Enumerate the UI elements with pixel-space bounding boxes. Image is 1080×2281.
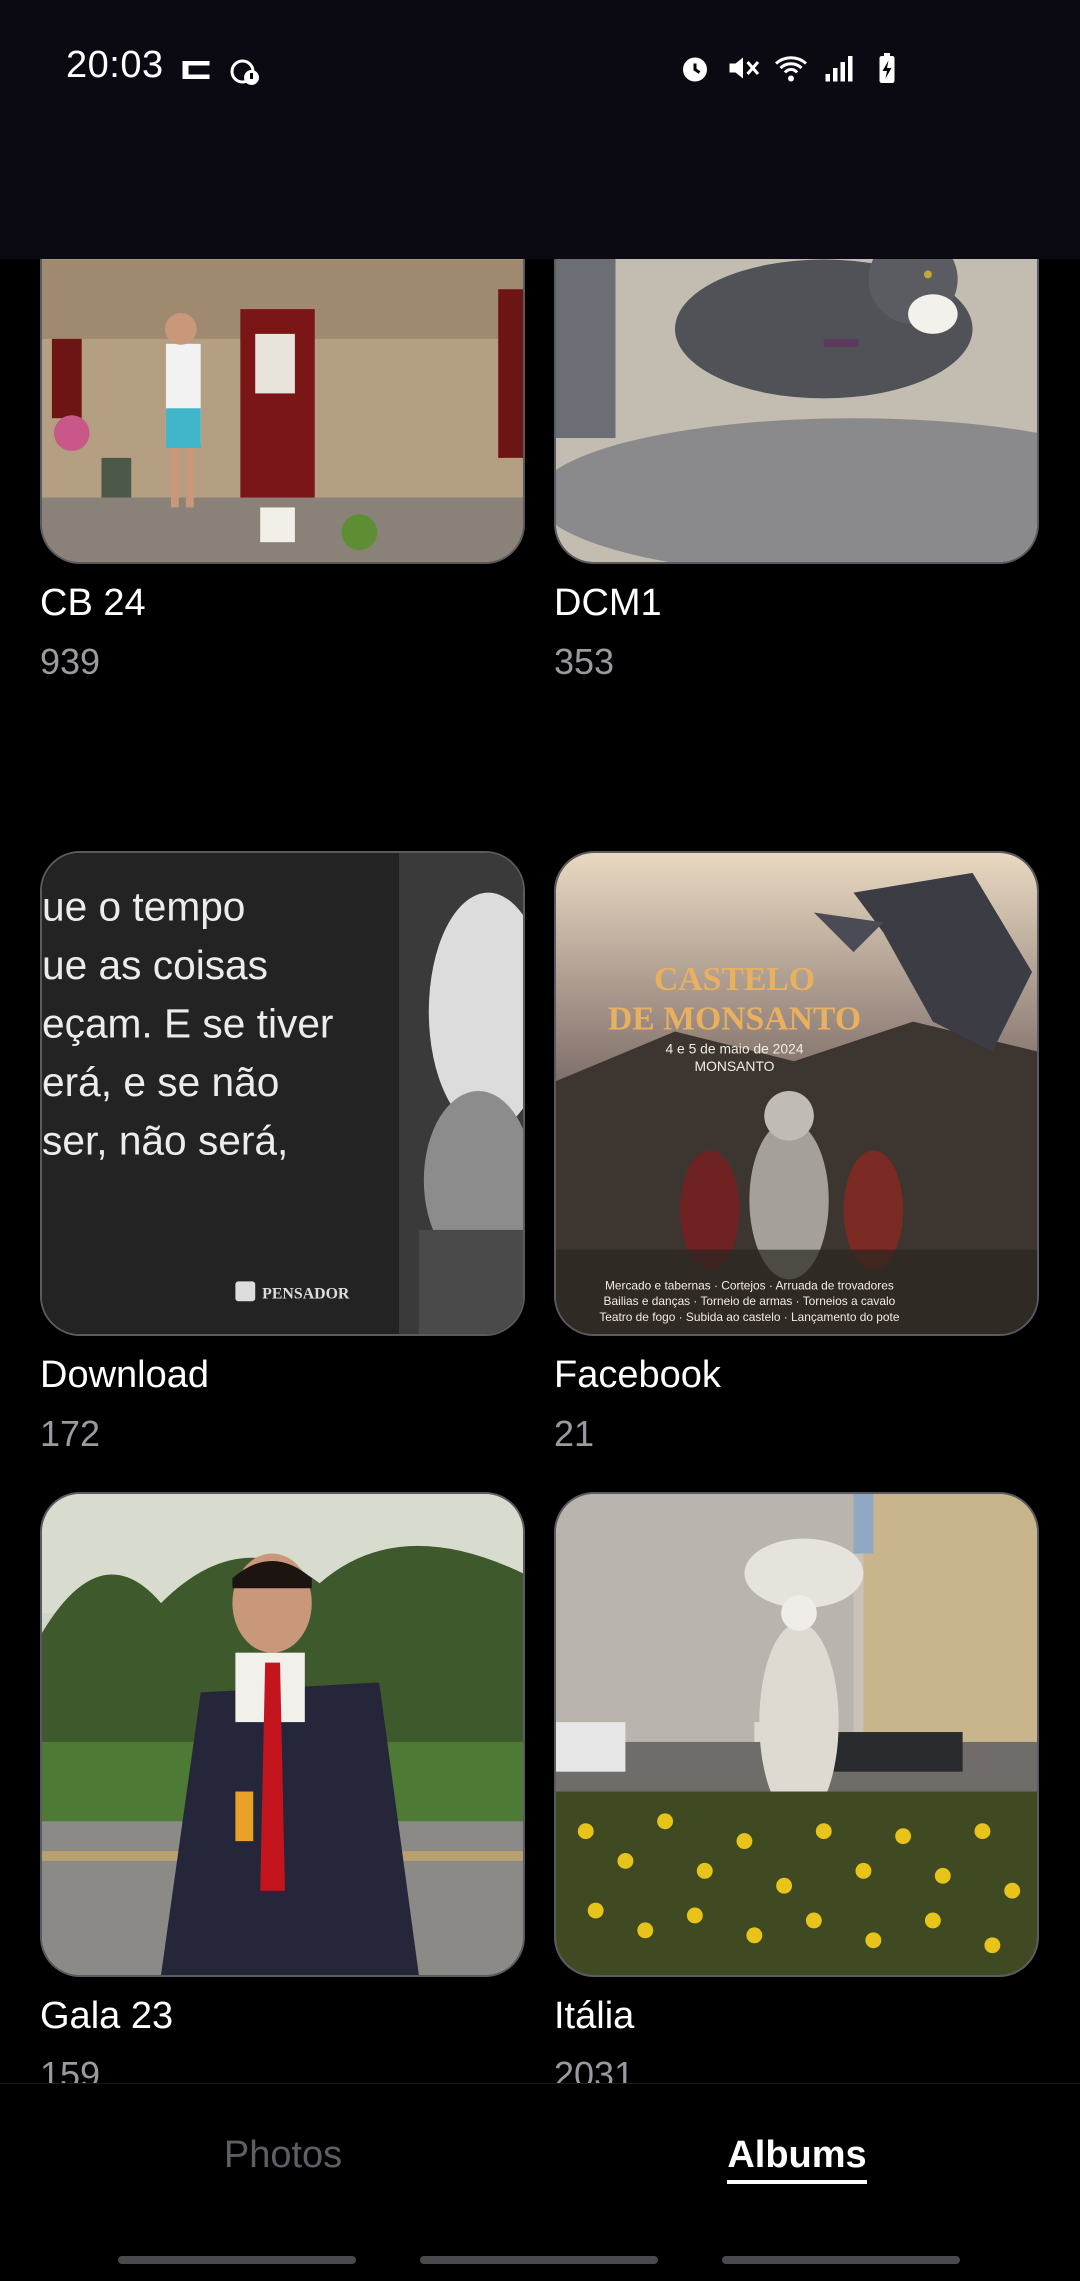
facebook-footer-2: Bailias e danças · Torneio de armas · To… [604, 1294, 896, 1308]
album-thumbnail [40, 1492, 525, 1977]
facebook-title-line2: DE MONSANTO [608, 1001, 861, 1038]
status-bar: 20:03 [0, 0, 1080, 259]
battery-charging-icon [879, 53, 895, 83]
facebook-date: 4 e 5 de maio de 2024 [665, 1040, 803, 1056]
album-count: 2031 [554, 2054, 635, 2083]
facebook-place: MONSANTO [695, 1058, 775, 1074]
album-dcm1[interactable]: DCM1 353 [554, 259, 1039, 683]
bottom-navigation: Photos Albums [0, 2083, 1080, 2281]
gesture-handle-center[interactable] [420, 2256, 658, 2264]
album-name: Facebook [554, 1354, 721, 1396]
facebook-title-line1: CASTELO [654, 961, 815, 998]
albums-grid: CB 24 939 DCM1 353 ue o tempo ue as cois… [0, 259, 1080, 2083]
album-count: 939 [40, 641, 101, 682]
download-line-5: ser, não será, [42, 1117, 288, 1163]
album-italia[interactable]: Itália 2031 [554, 1492, 1039, 2083]
album-name: Download [40, 1354, 209, 1396]
download-line-4: erá, e se não [42, 1059, 279, 1105]
album-count: 159 [40, 2054, 101, 2083]
tab-photos[interactable]: Photos [133, 2134, 433, 2177]
wifi-icon [775, 56, 807, 82]
album-count: 353 [554, 641, 615, 682]
album-thumbnail: ue o tempo ue as coisas eçam. E se tiver… [40, 851, 525, 1336]
cast-icon [182, 61, 210, 79]
signal-icon [825, 56, 853, 82]
album-thumbnail: CASTELO DE MONSANTO 4 e 5 de maio de 202… [554, 851, 1039, 1336]
album-count: 172 [40, 1413, 101, 1454]
download-line-3: eçam. E se tiver [42, 1000, 333, 1046]
tab-albums[interactable]: Albums [647, 2134, 947, 2184]
album-name: CB 24 [40, 582, 146, 624]
alarm-icon [683, 57, 707, 82]
album-download[interactable]: ue o tempo ue as coisas eçam. E se tiver… [40, 851, 525, 1455]
album-thumbnail [554, 259, 1039, 564]
pensador-logo-text: PENSADOR [262, 1285, 350, 1302]
album-thumbnail [554, 1492, 1039, 1977]
gesture-handle-left [118, 2256, 356, 2264]
download-line-1: ue o tempo [42, 883, 245, 929]
album-cb24[interactable]: CB 24 939 [40, 259, 525, 683]
tab-albums-label: Albums [727, 2134, 867, 2184]
status-time: 20:03 [66, 44, 164, 86]
album-name: Itália [554, 1995, 635, 2037]
alarm-info-icon [230, 59, 259, 85]
album-gala23[interactable]: Gala 23 159 [40, 1492, 525, 2083]
album-name: DCM1 [554, 582, 662, 624]
album-thumbnail [40, 259, 525, 564]
mute-icon [729, 57, 760, 79]
album-facebook[interactable]: CASTELO DE MONSANTO 4 e 5 de maio de 202… [554, 851, 1039, 1455]
gesture-handle-right [722, 2256, 960, 2264]
download-line-2: ue as coisas [42, 942, 268, 988]
album-name: Gala 23 [40, 1995, 174, 2037]
album-count: 21 [554, 1413, 595, 1454]
facebook-footer-1: Mercado e tabernas · Cortejos · Arruada … [605, 1278, 894, 1292]
facebook-footer-3: Teatro de fogo · Subida ao castelo · Lan… [599, 1310, 899, 1324]
